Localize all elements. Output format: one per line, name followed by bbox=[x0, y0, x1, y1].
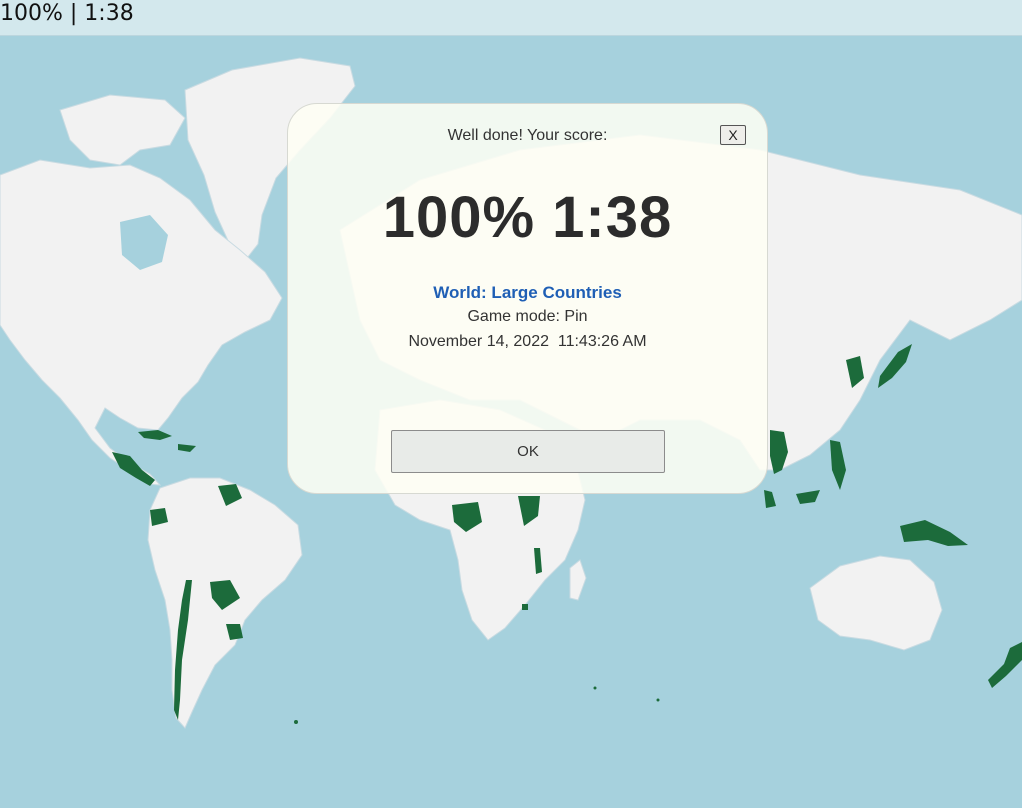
island-dot bbox=[593, 686, 597, 690]
found-central-america bbox=[112, 452, 155, 486]
found-new-zealand bbox=[988, 642, 1022, 688]
found-caribbean bbox=[138, 430, 196, 452]
quiz-title-link[interactable]: World: Large Countries bbox=[288, 283, 767, 303]
dialog-heading: Well done! Your score: bbox=[447, 127, 608, 144]
game-mode-label: Game mode: Pin bbox=[467, 308, 588, 325]
found-swaziland bbox=[522, 604, 528, 610]
landmass-arctic-islands bbox=[59, 94, 186, 166]
score-dialog: Well done! Your score: X 100% 1:38 World… bbox=[287, 103, 768, 494]
island-dot bbox=[294, 720, 298, 724]
found-malaysia bbox=[764, 490, 820, 508]
close-button[interactable]: X bbox=[720, 125, 746, 145]
found-philippines bbox=[830, 440, 846, 490]
found-new-guinea bbox=[900, 520, 968, 546]
score-time-status: 100% | 1:38 bbox=[0, 1, 134, 26]
final-score: 100% 1:38 bbox=[382, 185, 673, 250]
ok-button[interactable]: OK bbox=[391, 430, 665, 473]
landmass-australia bbox=[809, 555, 943, 651]
status-bar: 100% | 1:38 bbox=[0, 0, 1022, 36]
landmass-madagascar bbox=[569, 559, 587, 601]
completion-timestamp: November 14, 2022 11:43:26 AM bbox=[408, 333, 647, 350]
island-dot bbox=[656, 698, 660, 702]
